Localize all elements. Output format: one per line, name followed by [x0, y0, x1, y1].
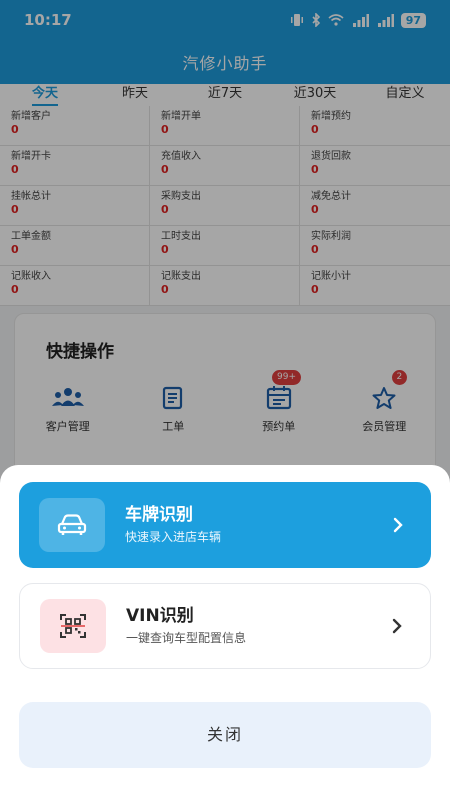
chevron-right-icon: [392, 618, 402, 634]
car-icon-box: [39, 498, 105, 552]
qr-scan-icon: [60, 614, 86, 638]
chevron-right-icon: [393, 517, 403, 533]
vin-recognition-text: VIN识别 一键查询车型配置信息: [126, 605, 392, 647]
car-icon: [57, 514, 87, 535]
close-button[interactable]: 关闭: [19, 702, 431, 768]
bottom-sheet: 车牌识别 快速录入进店车辆 VIN识别 一键查询车型配置信息 关闭: [0, 465, 450, 800]
vin-recognition-subtitle: 一键查询车型配置信息: [126, 631, 247, 645]
vin-recognition-title: VIN识别: [126, 606, 194, 626]
plate-recognition-button[interactable]: 车牌识别 快速录入进店车辆: [19, 482, 431, 568]
plate-recognition-title: 车牌识别: [125, 505, 193, 525]
plate-recognition-text: 车牌识别 快速录入进店车辆: [125, 504, 393, 546]
vin-recognition-button[interactable]: VIN识别 一键查询车型配置信息: [19, 583, 431, 669]
qr-icon-box: [40, 599, 106, 653]
plate-recognition-subtitle: 快速录入进店车辆: [125, 530, 222, 544]
